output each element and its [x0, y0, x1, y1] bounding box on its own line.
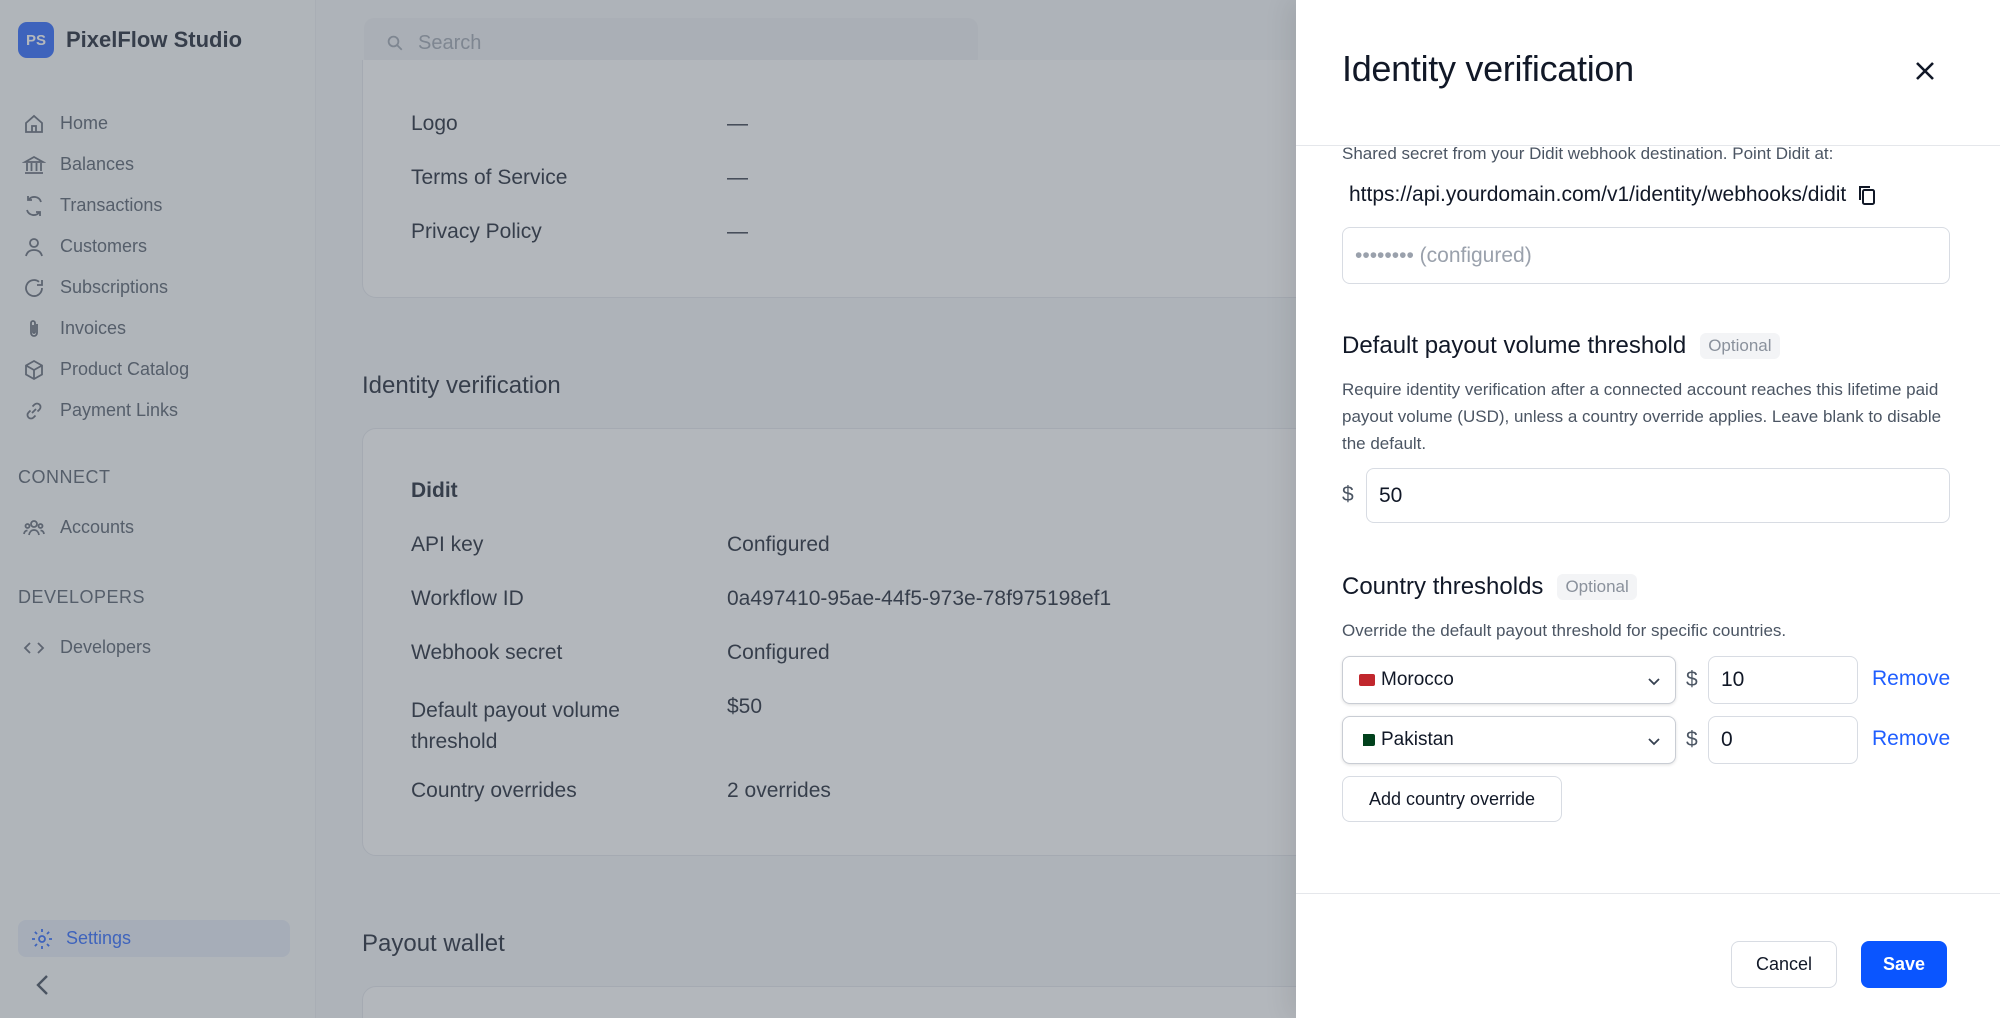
optional-badge: Optional: [1700, 333, 1780, 359]
save-button[interactable]: Save: [1861, 941, 1947, 988]
country-select-value: Pakistan: [1381, 729, 1454, 750]
remove-override-button[interactable]: Remove: [1872, 727, 1950, 751]
currency-symbol: $: [1686, 668, 1698, 691]
currency-symbol: $: [1686, 728, 1698, 751]
footer-divider: [1296, 893, 2000, 894]
chevron-down-icon: [1648, 738, 1660, 746]
default-threshold-input[interactable]: 50: [1366, 468, 1950, 523]
country-thresholds-help: Override the default payout threshold fo…: [1342, 621, 1787, 640]
chevron-down-icon: [1648, 678, 1660, 686]
modal-backdrop[interactable]: [0, 0, 1296, 1018]
optional-badge: Optional: [1557, 574, 1637, 600]
country-thresholds-title: Country thresholds: [1342, 573, 1544, 600]
cancel-button[interactable]: Cancel: [1731, 941, 1837, 988]
webhook-secret-input[interactable]: •••••••• (configured): [1342, 227, 1950, 284]
country-threshold-input[interactable]: 10: [1708, 656, 1858, 704]
close-icon: [1916, 62, 1934, 80]
close-button[interactable]: [1910, 56, 1940, 86]
add-country-override-button[interactable]: Add country override: [1342, 776, 1562, 822]
country-thresholds-header: Country thresholds Optional: [1342, 573, 1637, 601]
copy-icon[interactable]: [1858, 185, 1876, 205]
morocco-flag-icon: [1359, 674, 1375, 686]
identity-verification-drawer: Identity verification Shared secret from…: [1296, 0, 2000, 1018]
default-threshold-title: Default payout volume threshold: [1342, 332, 1687, 359]
default-threshold-help: Require identity verification after a co…: [1342, 380, 1942, 453]
webhook-url-row: https://api.yourdomain.com/v1/identity/w…: [1349, 183, 1876, 207]
remove-override-button[interactable]: Remove: [1872, 667, 1950, 691]
default-threshold-header: Default payout volume threshold Optional: [1342, 332, 1780, 360]
country-threshold-input[interactable]: 0: [1708, 716, 1858, 764]
currency-symbol: $: [1342, 483, 1354, 506]
pakistan-flag-icon: [1359, 734, 1375, 746]
country-select-value: Morocco: [1381, 669, 1454, 690]
drawer-title: Identity verification: [1342, 48, 1634, 89]
webhook-url: https://api.yourdomain.com/v1/identity/w…: [1349, 183, 1847, 206]
webhook-help-text: Shared secret from your Didit webhook de…: [1342, 144, 1834, 163]
country-select-morocco[interactable]: Morocco: [1342, 656, 1676, 704]
country-select-pakistan[interactable]: Pakistan: [1342, 716, 1676, 764]
